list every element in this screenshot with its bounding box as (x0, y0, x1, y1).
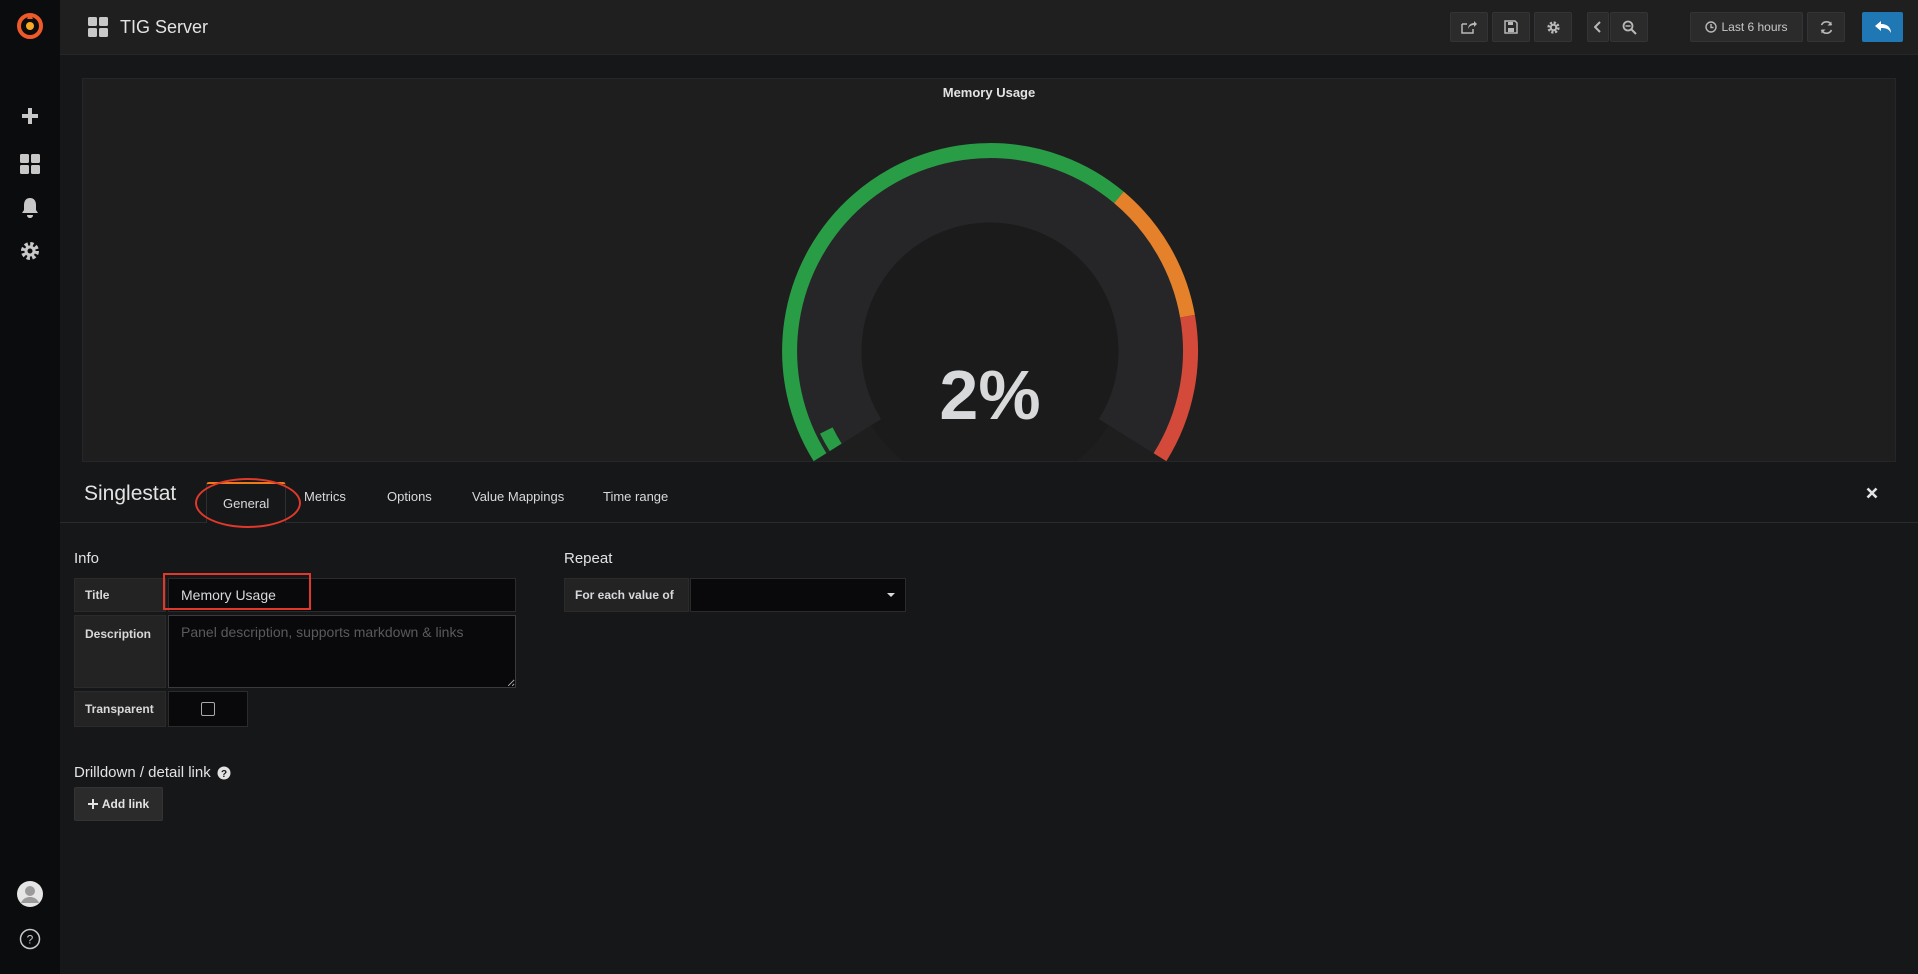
description-textarea[interactable] (168, 615, 516, 688)
zoom-out-icon (1622, 20, 1637, 35)
clock-icon (1705, 21, 1718, 33)
tab-value-mappings[interactable]: Value Mappings (456, 482, 580, 510)
repeat-section-title: Repeat (564, 550, 613, 567)
avatar[interactable] (0, 876, 60, 912)
info-section-title: Info (74, 550, 100, 567)
share-button[interactable] (1450, 12, 1488, 42)
plus-icon (87, 799, 98, 809)
transparent-label: Transparent (74, 691, 166, 727)
add-link-label: Add link (101, 797, 150, 811)
transparent-checkbox[interactable] (201, 702, 215, 716)
gear-icon[interactable] (0, 233, 60, 269)
svg-text:?: ? (27, 933, 34, 947)
drilldown-section-title: Drilldown / detail link ? (74, 764, 231, 781)
sidebar: ? (0, 0, 60, 974)
panel-type-title: Singlestat (84, 482, 177, 505)
tab-time-range[interactable]: Time range (587, 482, 684, 510)
refresh-icon (1820, 20, 1832, 34)
drilldown-title-text: Drilldown / detail link (74, 764, 211, 781)
repeat-variable-select[interactable] (690, 578, 906, 612)
help-icon[interactable]: ? (0, 921, 60, 957)
close-editor-button[interactable] (1866, 486, 1878, 504)
dashboard-title-link[interactable]: TIG Server (88, 0, 208, 54)
save-icon (1504, 20, 1518, 34)
back-to-dashboard-button[interactable] (1862, 12, 1903, 42)
dashboards-icon (88, 17, 108, 37)
top-navbar: TIG Server (60, 0, 1918, 55)
gauge-svg: 2% (782, 143, 1199, 461)
title-input[interactable] (168, 578, 516, 612)
plus-icon[interactable] (0, 98, 60, 134)
gauge-value-arc (820, 427, 842, 452)
dashboard-title: TIG Server (120, 16, 209, 37)
tab-metrics[interactable]: Metrics (288, 482, 362, 510)
save-dashboard-button[interactable] (1492, 12, 1530, 42)
title-label: Title (74, 578, 166, 612)
singlestat-panel: Memory Usage 2% (82, 78, 1896, 462)
back-arrow-icon (1874, 21, 1891, 33)
tab-general[interactable]: General (206, 482, 287, 523)
svg-text:?: ? (221, 769, 227, 780)
question-circle-icon[interactable]: ? (217, 766, 231, 780)
panel-editor: Singlestat General Metrics Options Value… (60, 470, 1918, 974)
time-range-label: Last 6 hours (1721, 20, 1788, 34)
repeat-for-each-label: For each value of (564, 578, 689, 612)
grafana-logo-icon[interactable] (0, 8, 60, 44)
dashboard-settings-button[interactable] (1534, 12, 1572, 42)
time-shift-back-button[interactable] (1587, 12, 1609, 42)
bell-icon[interactable] (0, 189, 60, 225)
tab-options[interactable]: Options (371, 482, 448, 510)
editor-header: Singlestat General Metrics Options Value… (60, 470, 1918, 528)
close-icon (1866, 487, 1878, 499)
transparent-checkbox-cell (168, 691, 248, 727)
description-label: Description (74, 615, 166, 688)
caret-down-icon (887, 593, 895, 597)
time-range-picker[interactable]: Last 6 hours (1690, 12, 1803, 42)
dashboards-icon[interactable] (0, 146, 60, 182)
add-link-button[interactable]: Add link (74, 787, 163, 821)
refresh-button[interactable] (1807, 12, 1845, 42)
gauge-value-text: 2% (939, 356, 1040, 434)
gear-icon (1546, 20, 1560, 34)
zoom-out-button[interactable] (1610, 12, 1648, 42)
chevron-left-icon (1594, 21, 1601, 33)
share-icon (1461, 21, 1477, 34)
